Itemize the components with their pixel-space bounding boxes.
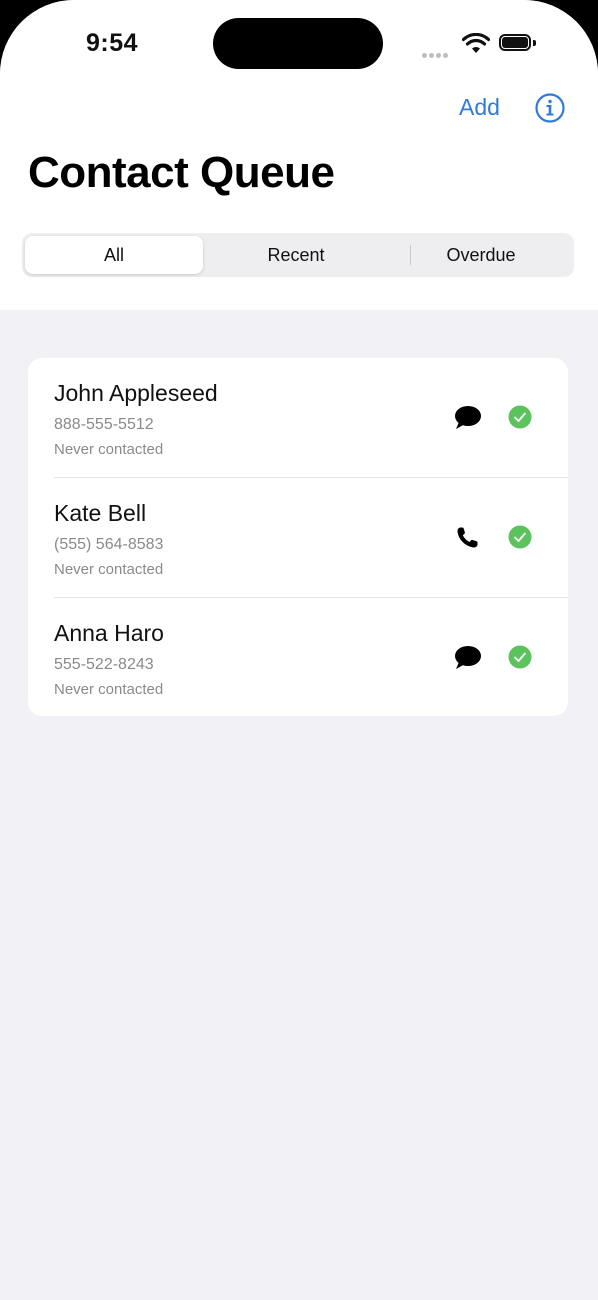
contact-status: Never contacted xyxy=(54,561,164,578)
wifi-icon xyxy=(462,33,490,53)
dynamic-island xyxy=(213,18,383,69)
add-button[interactable]: Add xyxy=(459,94,500,121)
header-area: 9:54 Add Contact Queue All Recent Overdu… xyxy=(0,0,598,310)
contact-phone: 555-522-8243 xyxy=(54,656,154,673)
segment-all[interactable]: All xyxy=(25,236,203,274)
contact-status: Never contacted xyxy=(54,681,164,698)
segmented-control: All Recent Overdue xyxy=(22,233,574,277)
message-bubble-icon[interactable] xyxy=(454,405,482,431)
contact-name: Anna Haro xyxy=(54,620,164,646)
list-item[interactable]: Kate Bell (555) 564-8583 Never contacted xyxy=(28,478,568,597)
message-bubble-icon[interactable] xyxy=(454,645,482,671)
checkmark-circle-icon[interactable] xyxy=(508,645,532,669)
list-item[interactable]: Anna Haro 555-522-8243 Never contacted xyxy=(28,598,568,716)
battery-icon xyxy=(499,34,536,52)
contact-name: John Appleseed xyxy=(54,380,218,406)
contact-phone: (555) 564-8583 xyxy=(54,536,164,553)
list-item[interactable]: John Appleseed 888-555-5512 Never contac… xyxy=(28,358,568,477)
contact-phone: 888-555-5512 xyxy=(54,416,154,433)
segment-recent[interactable]: Recent xyxy=(206,236,386,274)
status-time: 9:54 xyxy=(86,29,139,57)
phone-icon[interactable] xyxy=(454,525,482,551)
cellular-signal-icon xyxy=(422,45,450,63)
phone-screen: 9:54 Add Contact Queue All Recent Overdu… xyxy=(0,0,598,1300)
checkmark-circle-icon[interactable] xyxy=(508,525,532,549)
contact-status: Never contacted xyxy=(54,441,164,458)
checkmark-circle-icon[interactable] xyxy=(508,405,532,429)
segment-overdue[interactable]: Overdue xyxy=(392,236,570,274)
contact-name: Kate Bell xyxy=(54,500,147,526)
contact-list: John Appleseed 888-555-5512 Never contac… xyxy=(28,358,568,716)
page-title: Contact Queue xyxy=(28,148,335,197)
info-circle-icon[interactable] xyxy=(534,92,566,124)
